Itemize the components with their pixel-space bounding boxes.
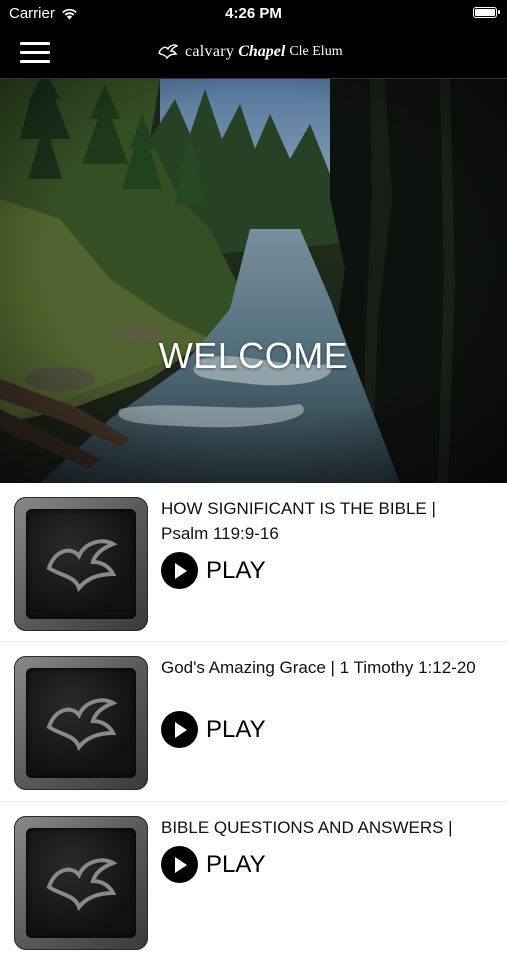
- play-button[interactable]: PLAY: [161, 711, 266, 748]
- status-time: 4:26 PM: [225, 5, 282, 22]
- sermon-list: HOW SIGNIFICANT IS THE BIBLE | Psalm 119…: [0, 483, 507, 961]
- hero-banner: WELCOME: [0, 79, 507, 483]
- list-item[interactable]: BIBLE QUESTIONS AND ANSWERS | PLAY: [0, 802, 507, 961]
- dove-logo-icon: [158, 44, 179, 60]
- play-icon: [161, 711, 198, 748]
- hero-river-image: [0, 79, 507, 483]
- sermon-thumbnail: [14, 656, 148, 790]
- play-label: PLAY: [206, 556, 266, 584]
- list-item[interactable]: God's Amazing Grace | 1 Timothy 1:12-20 …: [0, 642, 507, 802]
- battery-icon: [473, 7, 500, 18]
- play-icon: [161, 552, 198, 589]
- menu-icon[interactable]: [20, 40, 50, 64]
- sermon-title: BIBLE QUESTIONS AND ANSWERS |: [161, 818, 453, 837]
- logo-calvary: calvary: [185, 43, 235, 60]
- play-icon: [161, 846, 198, 883]
- logo-chapel: Chapel: [238, 43, 286, 60]
- play-button[interactable]: PLAY: [161, 846, 266, 883]
- hero-title: WELCOME: [158, 335, 349, 376]
- list-item[interactable]: HOW SIGNIFICANT IS THE BIBLE | Psalm 119…: [0, 483, 507, 642]
- sermon-title: HOW SIGNIFICANT IS THE BIBLE | Psalm 119…: [161, 499, 436, 543]
- nav-bar: calvary Chapel Cle Elum: [0, 26, 507, 79]
- sermon-title: God's Amazing Grace | 1 Timothy 1:12-20: [161, 658, 476, 677]
- logo-location: Cle Elum: [289, 44, 343, 59]
- dove-logo-icon: [46, 539, 118, 593]
- sermon-thumbnail: [14, 497, 148, 631]
- status-bar: Carrier 4:26 PM: [0, 0, 507, 26]
- sermon-thumbnail: [14, 816, 148, 950]
- play-label: PLAY: [206, 850, 266, 878]
- play-label: PLAY: [206, 715, 266, 743]
- play-button[interactable]: PLAY: [161, 552, 266, 589]
- dove-logo-icon: [46, 698, 118, 752]
- app-logo: calvary Chapel Cle Elum: [157, 40, 343, 64]
- dove-logo-icon: [46, 858, 118, 912]
